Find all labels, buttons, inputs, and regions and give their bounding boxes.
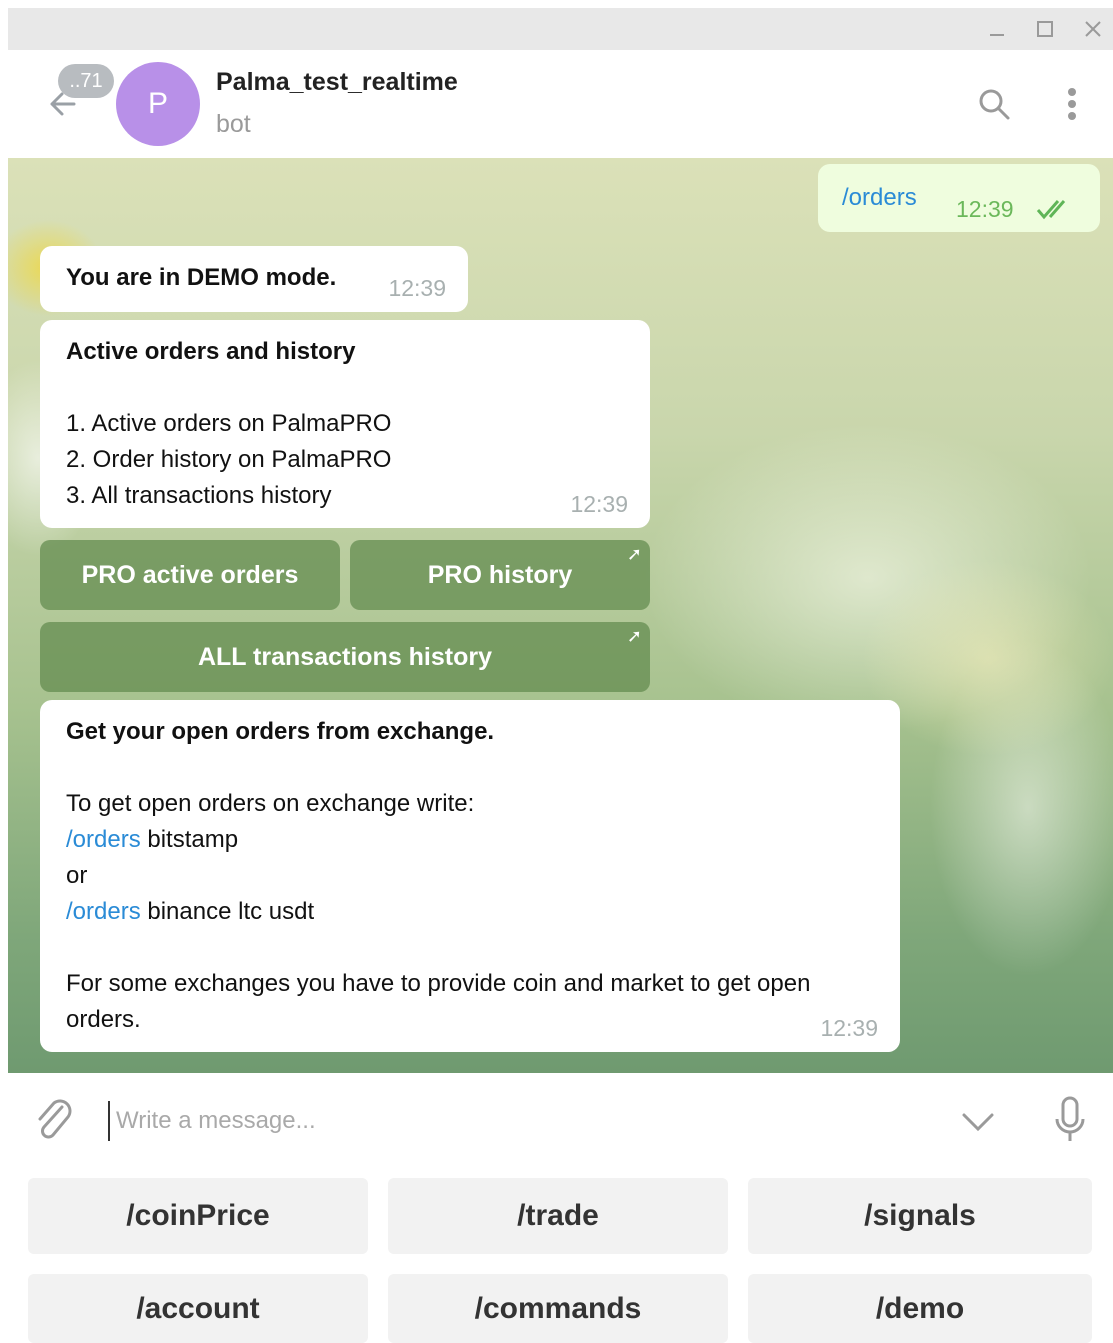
keyboard-button-account[interactable]: /account (28, 1274, 368, 1343)
more-options-icon[interactable] (1050, 82, 1094, 126)
message-time: 12:39 (570, 491, 628, 517)
keyboard-button-commands[interactable]: /commands (388, 1274, 728, 1343)
chat-title[interactable]: Palma_test_realtime (216, 68, 458, 97)
chat-area[interactable]: /orders 12:39 You are in DEMO mode. 12:3… (8, 158, 1113, 1073)
orders-command-link[interactable]: /orders (66, 826, 141, 853)
pro-active-orders-button[interactable]: PRO active orders (40, 540, 340, 610)
double-check-icon (1036, 198, 1072, 225)
message-line: 2. Order history on PalmaPRO (66, 446, 392, 473)
demo-mode-text: You are in DEMO mode. (66, 264, 337, 291)
message-line: /orders binance ltc usdt (66, 894, 856, 930)
microphone-icon[interactable] (1052, 1095, 1088, 1150)
active-orders-message: Active orders and history 1. Active orde… (40, 320, 650, 528)
orders-command-link[interactable]: /orders (66, 898, 141, 925)
outgoing-message-text[interactable]: /orders (842, 184, 917, 212)
search-icon[interactable] (972, 82, 1016, 126)
pro-history-label: PRO history (427, 560, 573, 589)
demo-mode-message: You are in DEMO mode. 12:39 (40, 246, 468, 312)
message-time: 12:39 (388, 275, 446, 301)
message-title: Active orders and history (66, 338, 356, 365)
all-transactions-history-button[interactable]: ALL transactions history ➚ (40, 622, 650, 692)
message-note: For some exchanges you have to provide c… (66, 970, 811, 1033)
keyboard-button-signals[interactable]: /signals (748, 1178, 1092, 1254)
message-line: 3. All transactions history (66, 482, 332, 509)
keyboard-button-demo[interactable]: /demo (748, 1274, 1092, 1343)
outgoing-message: /orders 12:39 (818, 164, 1100, 232)
chevron-down-icon[interactable] (958, 1103, 998, 1144)
message-line: /orders bitstamp (66, 822, 856, 858)
outgoing-message-time: 12:39 (956, 196, 1014, 222)
window-titlebar (8, 8, 1113, 50)
close-icon[interactable] (1080, 16, 1106, 42)
minimize-icon[interactable] (984, 16, 1010, 42)
maximize-icon[interactable] (1032, 16, 1058, 42)
message-input-bar: Write a message... (8, 1073, 1113, 1169)
attach-icon[interactable] (32, 1097, 76, 1150)
chat-subtitle: bot (216, 110, 251, 138)
avatar[interactable]: P (116, 62, 200, 146)
all-transactions-history-label: ALL transactions history (197, 642, 493, 671)
keyboard-button-trade[interactable]: /trade (388, 1178, 728, 1254)
external-link-icon: ➚ (626, 544, 642, 564)
message-time: 12:39 (820, 1015, 878, 1041)
message-line: To get open orders on exchange write: (66, 790, 475, 817)
pro-history-button[interactable]: PRO history ➚ (350, 540, 650, 610)
keyboard-button-coinprice[interactable]: /coinPrice (28, 1178, 368, 1254)
message-title: Get your open orders from exchange. (66, 718, 495, 745)
external-link-icon: ➚ (626, 626, 642, 646)
message-line: 1. Active orders on PalmaPRO (66, 410, 392, 437)
command-argument: binance ltc usdt (140, 898, 315, 925)
message-line: or (66, 862, 88, 889)
command-argument: bitstamp (140, 826, 239, 853)
open-orders-message: Get your open orders from exchange. To g… (40, 700, 900, 1052)
pro-active-orders-label: PRO active orders (81, 560, 299, 589)
message-input[interactable]: Write a message... (108, 1101, 928, 1141)
unread-badge: ..71 (58, 64, 114, 98)
chat-header: ..71 P Palma_test_realtime bot (8, 50, 1113, 158)
